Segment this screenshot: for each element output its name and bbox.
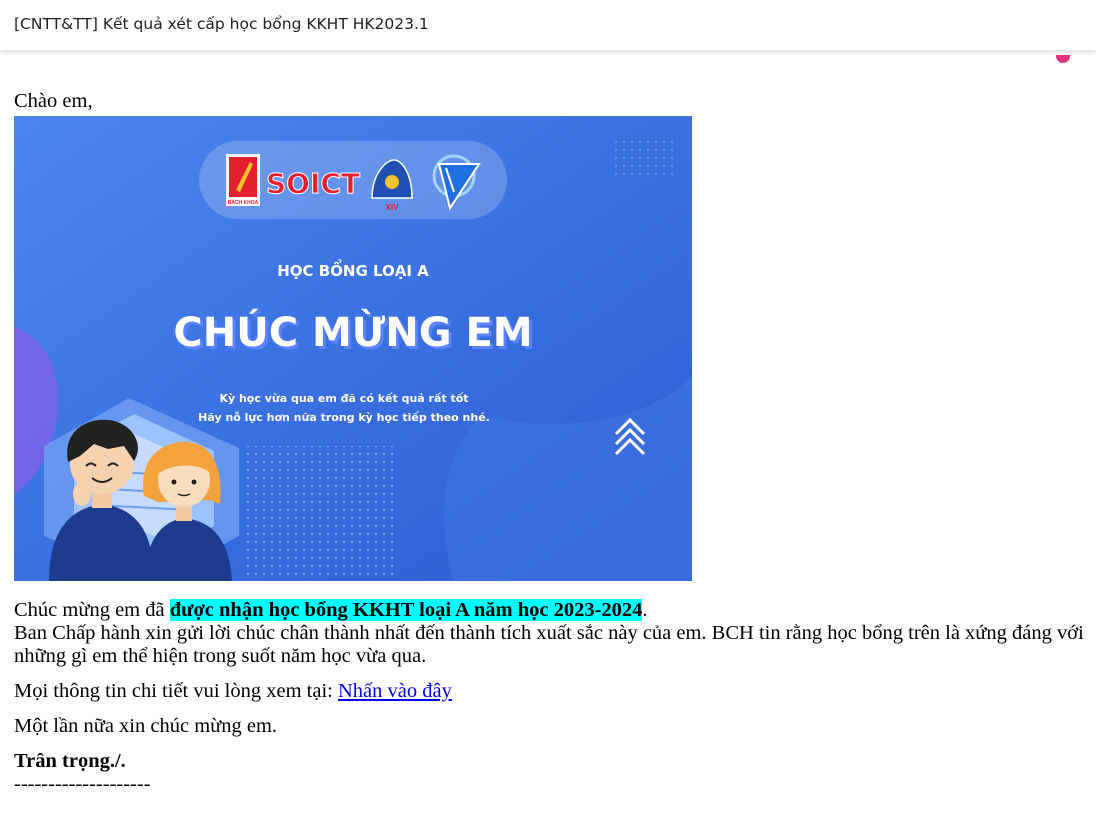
congrats-line: Chúc mừng em đã được nhận học bổng KKHT … (14, 599, 1092, 622)
banner-line-2: Hãy nỗ lực hơn nữa trong kỳ học tiếp the… (198, 411, 490, 424)
congrats-suffix: . (642, 599, 648, 621)
closing-line: Một lần nữa xin chúc mừng em. (14, 715, 278, 737)
scholarship-banner: BÁCH KHOA SOICT XIV HỌC BỔNG LOẠI A CHÚC… (14, 116, 692, 581)
congrats-prefix: Chúc mừng em đã (14, 599, 170, 621)
body-paragraph: Ban Chấp hành xin gửi lời chúc chân thàn… (14, 622, 1084, 667)
signature-divider: -------------------- (14, 773, 151, 795)
signoff-text: Trân trọng./. (14, 750, 126, 772)
crest-label: BÁCH KHOA (228, 199, 259, 206)
banner-headline-front: CHÚC MỪNG EM (173, 308, 532, 356)
details-link[interactable]: Nhấn vào đây (338, 680, 452, 702)
reaction-icon[interactable] (1056, 55, 1072, 67)
banner-subtitle: HỌC BỔNG LOẠI A (277, 258, 429, 280)
email-body: Chào em, BÁCH KHOA SOICT XIV HỌC BỔNG LO… (14, 90, 1092, 796)
email-subject: [CNTT&TT] Kết quả xét cấp học bổng KKHT … (14, 15, 429, 33)
badge-label: XIV (386, 203, 400, 212)
details-prefix: Mọi thông tin chi tiết vui lòng xem tại: (14, 680, 338, 702)
greeting-text: Chào em, (14, 90, 93, 112)
congrats-highlight: được nhận học bổng KKHT loại A năm học 2… (169, 599, 643, 621)
banner-line-1: Kỳ học vừa qua em đã có kết quả rất tốt (219, 392, 468, 405)
email-header-bar: [CNTT&TT] Kết quả xét cấp học bổng KKHT … (0, 0, 1096, 51)
details-line: Mọi thông tin chi tiết vui lòng xem tại:… (14, 680, 1092, 703)
university-crest-icon: BÁCH KHOA (226, 154, 260, 206)
soict-logo-text: SOICT (266, 167, 360, 200)
